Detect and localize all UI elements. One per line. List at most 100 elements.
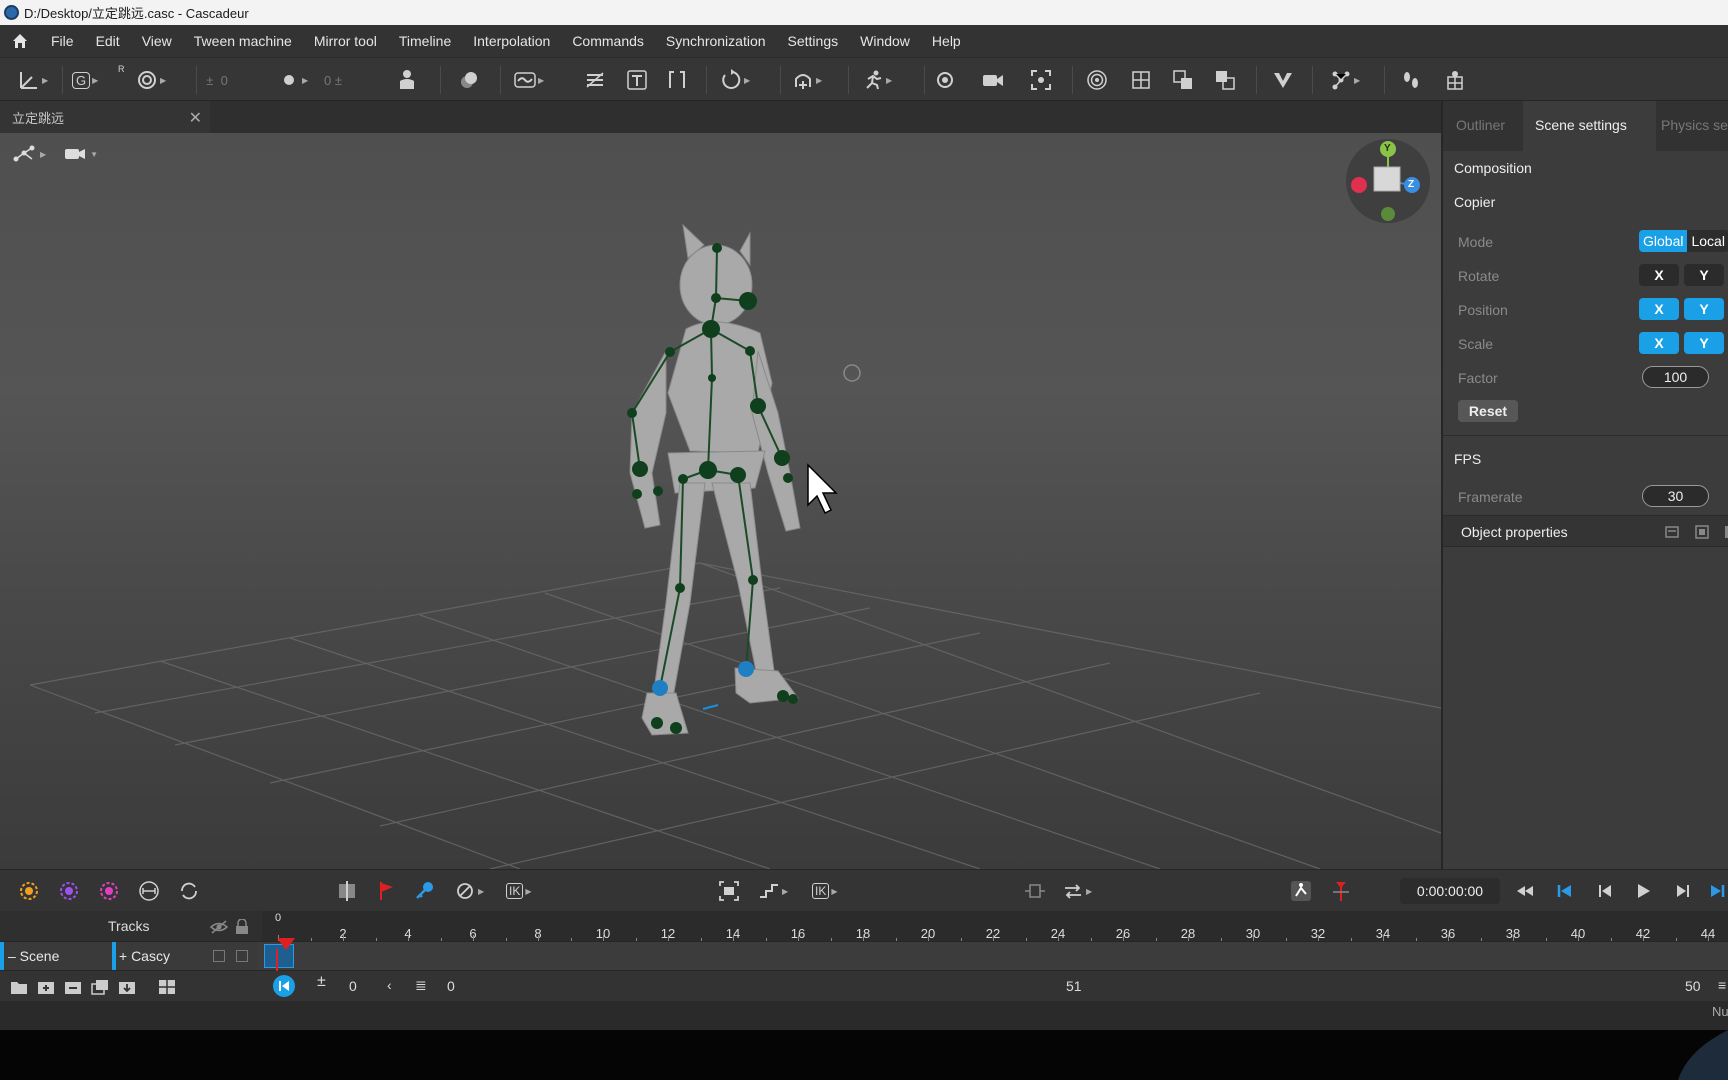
split-icon[interactable]	[336, 879, 358, 903]
range-adjust-icon[interactable]: ±	[317, 973, 326, 991]
rig-tool-icon[interactable]	[1444, 68, 1466, 92]
mode-local-button[interactable]: Local	[1687, 230, 1728, 252]
scale-y-toggle[interactable]: Y	[1684, 332, 1724, 354]
menu-synchronization[interactable]: Synchronization	[655, 25, 777, 57]
ik-fk-button[interactable]: IK ▶	[812, 879, 838, 903]
timecode-display[interactable]: 0:00:00:00	[1400, 878, 1500, 904]
factor-input[interactable]: 100	[1642, 366, 1709, 388]
eraser-icon[interactable]	[458, 68, 480, 92]
stretch-icon[interactable]	[1024, 879, 1046, 903]
menu-view[interactable]: View	[131, 25, 183, 57]
grid-select-icon[interactable]	[1130, 68, 1152, 92]
rewind-icon[interactable]	[1514, 879, 1536, 903]
import-track-icon[interactable]	[118, 979, 136, 995]
global-space-button[interactable]: G ▶ R	[72, 64, 125, 92]
track-row-scene[interactable]: – Scene + Cascy	[0, 941, 1728, 971]
menu-commands[interactable]: Commands	[561, 25, 655, 57]
scale-x-toggle[interactable]: X	[1639, 332, 1679, 354]
interval-orange-icon[interactable]	[18, 879, 40, 903]
menu-help[interactable]: Help	[921, 25, 972, 57]
list-icon[interactable]: ≣	[415, 977, 427, 994]
range-end-value[interactable]: 50	[1685, 978, 1701, 994]
tab-outliner[interactable]: Outliner	[1456, 117, 1505, 133]
mode-global-button[interactable]: Global	[1639, 230, 1688, 252]
3d-viewport[interactable]: Y Z ▶ ▼	[0, 133, 1441, 869]
copy-pose-icon[interactable]	[1172, 68, 1194, 92]
menu-tween-machine[interactable]: Tween machine	[183, 25, 303, 57]
bracket-tool-icon[interactable]	[666, 68, 688, 92]
step-interpolation-icon[interactable]: ▶	[758, 879, 788, 903]
camera-icon[interactable]	[982, 68, 1004, 92]
fit-view-icon[interactable]	[718, 879, 740, 903]
camera-view-button[interactable]: ▼	[64, 145, 98, 163]
scene-track-label[interactable]: – Scene	[8, 948, 59, 964]
duplicate-track-icon[interactable]	[91, 979, 109, 995]
document-tab[interactable]: 立定跳远 ✕	[0, 101, 210, 133]
interval-magenta-icon[interactable]	[98, 879, 120, 903]
fps-header[interactable]: FPS	[1443, 442, 1728, 476]
composition-header[interactable]: Composition	[1443, 151, 1728, 185]
skeleton-view-button[interactable]: ▶	[12, 145, 46, 163]
play-icon[interactable]	[1632, 879, 1654, 903]
menu-interpolation[interactable]: Interpolation	[462, 25, 561, 57]
footprints-icon[interactable]	[1400, 68, 1422, 92]
panel-float-icon[interactable]	[1664, 524, 1680, 540]
menu-file[interactable]: File	[40, 25, 85, 57]
range-start-value[interactable]: 0	[349, 978, 357, 994]
home-icon[interactable]	[0, 25, 40, 57]
rotate-tool-icon[interactable]: ▶	[720, 68, 750, 92]
menu-timeline[interactable]: Timeline	[388, 25, 462, 57]
point-tool-icon[interactable]: ▶	[278, 68, 308, 92]
jump-to-start-icon[interactable]	[272, 974, 296, 998]
track-visibility-checkbox[interactable]	[213, 950, 225, 962]
menu-window[interactable]: Window	[849, 25, 921, 57]
copier-header[interactable]: Copier	[1443, 185, 1728, 219]
auto-posing-icon[interactable]: ▶	[1330, 68, 1360, 92]
track-lock-checkbox[interactable]	[236, 950, 248, 962]
remove-track-icon[interactable]	[64, 979, 82, 995]
panel-more-icon[interactable]	[1724, 524, 1728, 540]
focus-frame-icon[interactable]	[1030, 68, 1052, 92]
text-tool-icon[interactable]	[626, 68, 648, 92]
marker-flag-icon[interactable]	[376, 879, 398, 903]
cascy-track-label[interactable]: + Cascy	[119, 948, 170, 964]
curve-tool-icon[interactable]: ▶	[514, 68, 544, 92]
range-menu-icon[interactable]: ≡	[1718, 977, 1726, 993]
paste-pose-icon[interactable]	[1214, 68, 1236, 92]
key-icon[interactable]	[414, 879, 436, 903]
interval-purple-icon[interactable]	[58, 879, 80, 903]
ik-mode-button[interactable]: IK ▶	[506, 879, 532, 903]
new-folder-icon[interactable]	[10, 979, 28, 995]
target-rings-icon[interactable]	[1086, 68, 1108, 92]
hide-eye-icon[interactable]	[210, 920, 228, 934]
ghost-pose-icon[interactable]	[1290, 879, 1312, 903]
grid-track-icon[interactable]	[158, 979, 176, 995]
character-icon[interactable]	[396, 68, 418, 92]
go-to-end-icon[interactable]	[1706, 879, 1728, 903]
rotate-x-toggle[interactable]: X	[1639, 264, 1679, 286]
tab-scene-settings[interactable]: Scene settings	[1535, 117, 1627, 133]
no-key-icon[interactable]: ▶	[454, 879, 484, 903]
mirror-v-icon[interactable]	[1272, 68, 1294, 92]
next-key-icon[interactable]	[1672, 879, 1694, 903]
position-x-toggle[interactable]: X	[1639, 298, 1679, 320]
current-frame-value[interactable]: 0	[447, 978, 455, 994]
previous-key-icon[interactable]	[1594, 879, 1616, 903]
running-man-icon[interactable]: ▶	[862, 68, 892, 92]
reset-button[interactable]: Reset	[1458, 400, 1518, 422]
trajectory-icon[interactable]	[584, 68, 606, 92]
menu-edit[interactable]: Edit	[85, 25, 131, 57]
tab-physics-settings[interactable]: Physics se	[1661, 117, 1728, 133]
lock-icon[interactable]	[235, 919, 249, 935]
pin-add-icon[interactable]: ▶	[792, 68, 822, 92]
frame-ruler[interactable]: 0 2 4 6 8 10 12 14 16 18 20 22 24 26 28 30 32 34 36 38 40 42 4…	[262, 911, 1728, 941]
playhead-marker-icon[interactable]	[1330, 879, 1352, 903]
menu-settings[interactable]: Settings	[777, 25, 850, 57]
panel-expand-icon[interactable]	[1694, 524, 1710, 540]
framerate-input[interactable]: 30	[1642, 485, 1709, 507]
menu-mirror-tool[interactable]: Mirror tool	[303, 25, 388, 57]
add-track-icon[interactable]	[37, 979, 55, 995]
playhead-marker[interactable]	[277, 938, 295, 950]
rotate-y-toggle[interactable]: Y	[1684, 264, 1724, 286]
shift-keys-icon[interactable]: ▶	[1062, 879, 1092, 903]
